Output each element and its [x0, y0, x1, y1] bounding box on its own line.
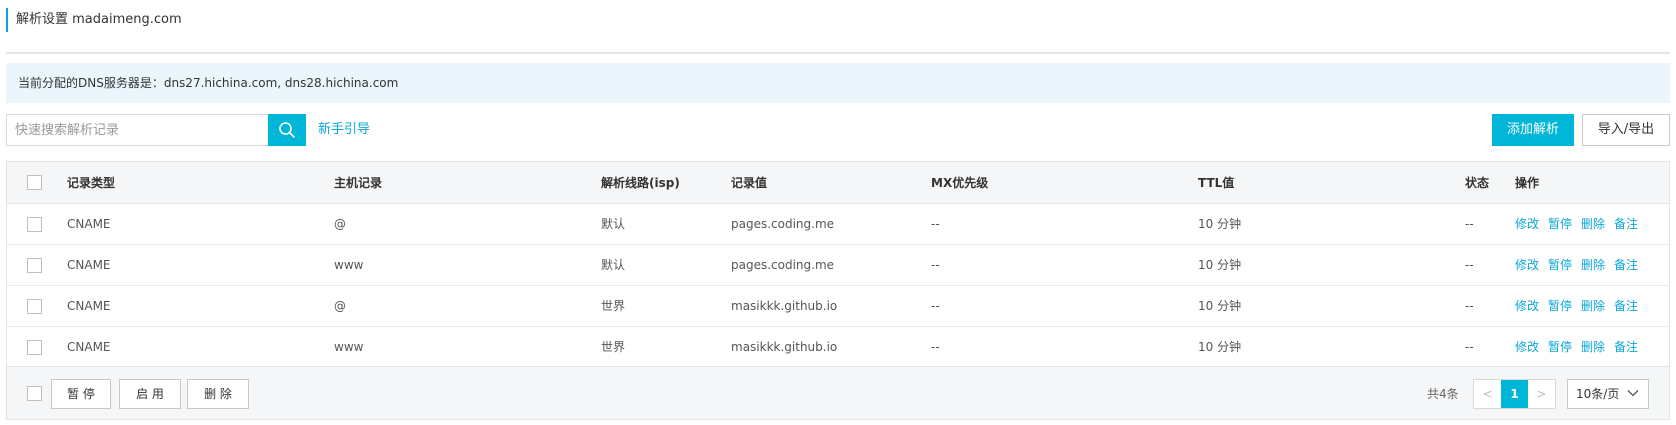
record-status: -- — [1465, 258, 1474, 272]
record-mx: -- — [931, 217, 940, 231]
batch-pause-button[interactable]: 暂 停 — [51, 379, 111, 409]
record-line: 世界 — [601, 340, 626, 354]
row-actions: 修改 暂停 删除 备注 — [1515, 245, 1647, 286]
pause-link[interactable]: 暂停 — [1548, 258, 1572, 272]
delete-link[interactable]: 删除 — [1581, 217, 1605, 231]
record-type: CNAME — [67, 340, 111, 354]
edit-link[interactable]: 修改 — [1515, 217, 1539, 231]
row-actions: 修改 暂停 删除 备注 — [1515, 327, 1647, 368]
pagination: < 1 > — [1473, 379, 1556, 409]
chevron-down-icon — [1627, 390, 1639, 397]
record-status: -- — [1465, 299, 1474, 313]
page-size-value: 10条/页 — [1576, 387, 1620, 401]
table-row: CNAME www 世界 masikkk.github.io -- 10 分钟 … — [7, 327, 1669, 368]
header-ttl: TTL值 — [1198, 176, 1235, 190]
row-actions: 修改 暂停 删除 备注 — [1515, 286, 1647, 327]
record-host: www — [334, 340, 364, 354]
note-link[interactable]: 备注 — [1614, 258, 1638, 272]
delete-link[interactable]: 删除 — [1581, 340, 1605, 354]
dns-info-banner: 当前分配的DNS服务器是：dns27.hichina.com, dns28.hi… — [6, 63, 1670, 103]
table-header: 记录类型 主机记录 解析线路(isp) 记录值 MX优先级 TTL值 状态 操作 — [7, 162, 1669, 204]
record-type: CNAME — [67, 217, 111, 231]
record-ttl: 10 分钟 — [1198, 340, 1242, 354]
note-link[interactable]: 备注 — [1614, 299, 1638, 313]
total-count: 共4条 — [1427, 387, 1459, 401]
record-host: @ — [334, 299, 346, 313]
pause-link[interactable]: 暂停 — [1548, 340, 1572, 354]
row-checkbox[interactable] — [27, 258, 42, 273]
record-value: pages.coding.me — [731, 217, 835, 231]
prev-page-button[interactable]: < — [1474, 380, 1501, 408]
record-ttl: 10 分钟 — [1198, 258, 1242, 272]
delete-link[interactable]: 删除 — [1581, 258, 1605, 272]
record-value: masikkk.github.io — [731, 340, 838, 354]
row-checkbox[interactable] — [27, 217, 42, 232]
note-link[interactable]: 备注 — [1614, 340, 1638, 354]
import-export-button[interactable]: 导入/导出 — [1582, 114, 1670, 146]
record-type: CNAME — [67, 299, 111, 313]
pause-link[interactable]: 暂停 — [1548, 217, 1572, 231]
record-line: 默认 — [601, 258, 626, 272]
record-host: www — [334, 258, 364, 272]
title-divider — [6, 52, 1670, 54]
pause-link[interactable]: 暂停 — [1548, 299, 1572, 313]
footer-select-all-checkbox[interactable] — [27, 386, 42, 401]
record-mx: -- — [931, 258, 940, 272]
record-mx: -- — [931, 340, 940, 354]
row-actions: 修改 暂停 删除 备注 — [1515, 204, 1647, 245]
search-input[interactable] — [7, 115, 269, 145]
header-status: 状态 — [1465, 176, 1490, 190]
record-ttl: 10 分钟 — [1198, 217, 1242, 231]
select-all-checkbox[interactable] — [27, 175, 42, 190]
record-host: @ — [334, 217, 346, 231]
table-footer: 暂 停 启 用 删 除 共4条 < 1 > 10条/页 — [6, 366, 1670, 420]
header-ops: 操作 — [1515, 176, 1540, 190]
next-page-button[interactable]: > — [1528, 380, 1555, 408]
row-checkbox[interactable] — [27, 299, 42, 314]
record-line: 世界 — [601, 299, 626, 313]
search-icon — [279, 122, 295, 138]
record-mx: -- — [931, 299, 940, 313]
edit-link[interactable]: 修改 — [1515, 299, 1539, 313]
header-line: 解析线路(isp) — [601, 176, 680, 190]
header-host: 主机记录 — [334, 176, 383, 190]
table-row: CNAME @ 默认 pages.coding.me -- 10 分钟 -- 修… — [7, 204, 1669, 245]
search-button[interactable] — [268, 114, 306, 146]
header-record-type: 记录类型 — [67, 176, 116, 190]
page-title: 解析设置 madaimeng.com — [6, 8, 182, 32]
dns-records-table: 记录类型 主机记录 解析线路(isp) 记录值 MX优先级 TTL值 状态 操作… — [6, 161, 1670, 368]
record-value: pages.coding.me — [731, 258, 835, 272]
header-mx: MX优先级 — [931, 176, 989, 190]
search-box — [6, 114, 306, 146]
record-ttl: 10 分钟 — [1198, 299, 1242, 313]
page-size-select[interactable]: 10条/页 — [1567, 379, 1649, 409]
add-record-button[interactable]: 添加解析 — [1492, 114, 1574, 146]
batch-delete-button[interactable]: 删 除 — [187, 379, 249, 409]
note-link[interactable]: 备注 — [1614, 217, 1638, 231]
record-line: 默认 — [601, 217, 626, 231]
batch-enable-button[interactable]: 启 用 — [119, 379, 181, 409]
record-value: masikkk.github.io — [731, 299, 838, 313]
row-checkbox[interactable] — [27, 340, 42, 355]
record-status: -- — [1465, 340, 1474, 354]
header-value: 记录值 — [731, 176, 768, 190]
table-row: CNAME www 默认 pages.coding.me -- 10 分钟 --… — [7, 245, 1669, 286]
record-status: -- — [1465, 217, 1474, 231]
current-page[interactable]: 1 — [1501, 380, 1528, 408]
edit-link[interactable]: 修改 — [1515, 340, 1539, 354]
table-row: CNAME @ 世界 masikkk.github.io -- 10 分钟 --… — [7, 286, 1669, 327]
beginner-guide-link[interactable]: 新手引导 — [318, 114, 370, 146]
record-type: CNAME — [67, 258, 111, 272]
delete-link[interactable]: 删除 — [1581, 299, 1605, 313]
edit-link[interactable]: 修改 — [1515, 258, 1539, 272]
